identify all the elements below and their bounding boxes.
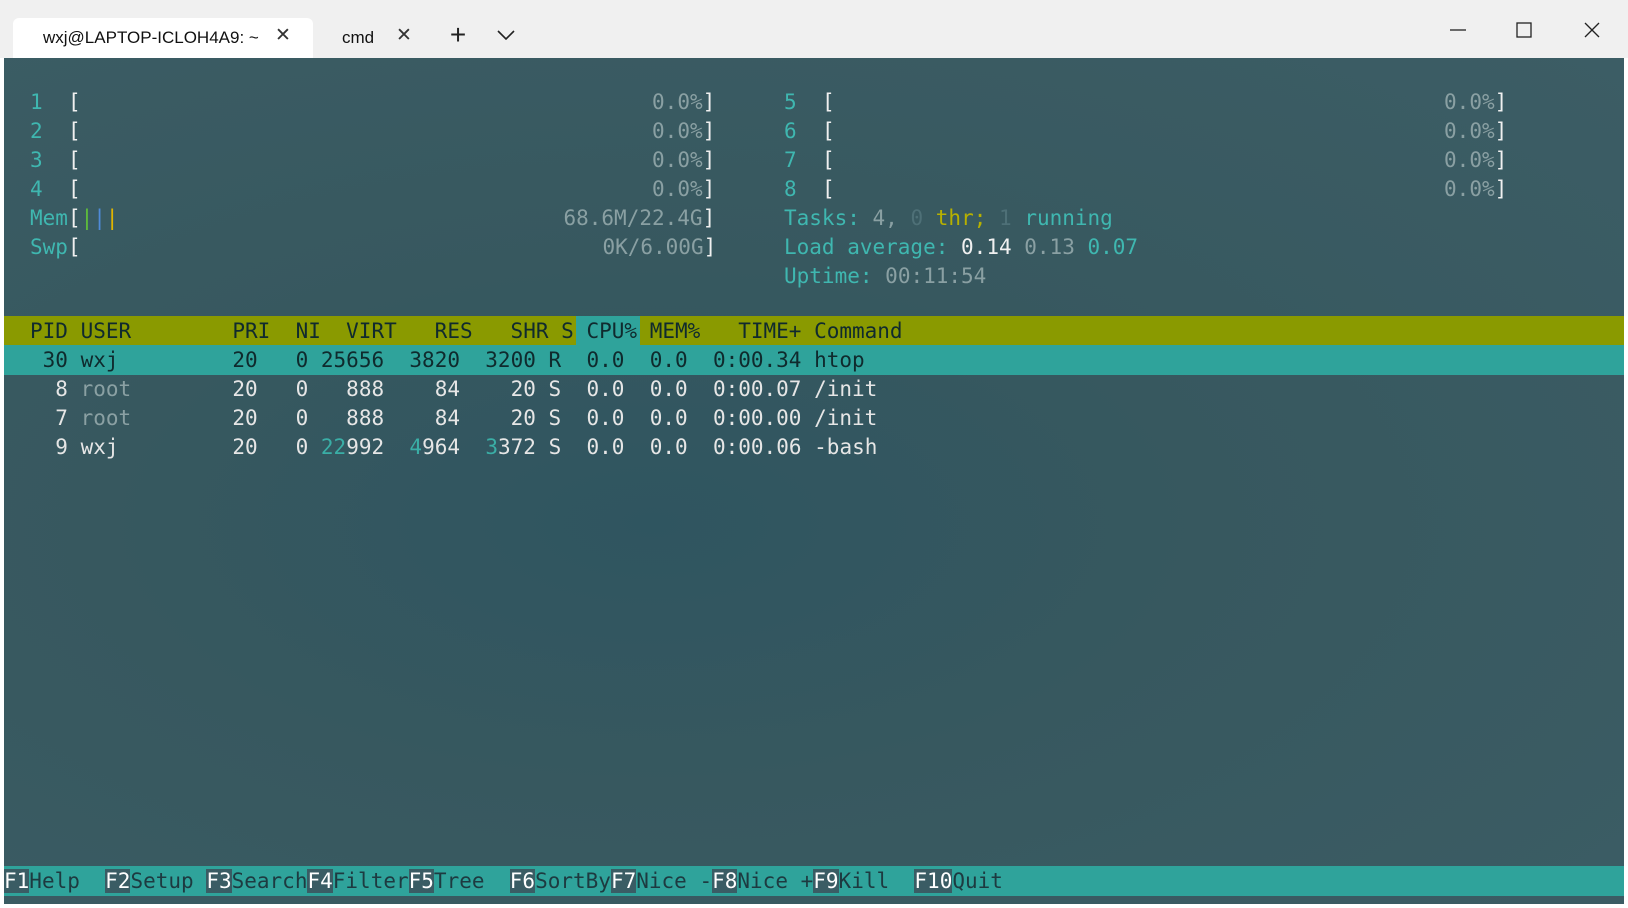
tab-dropdown-button[interactable] xyxy=(490,18,522,52)
close-icon xyxy=(1584,22,1600,38)
cpu-meter-3: 3 [0.0%] xyxy=(30,148,716,172)
swap-meter: Swp[0K/6.00G] xyxy=(30,235,717,259)
mem-meter: Mem[||| 68.6M/22.4G] xyxy=(30,206,716,230)
fkey-nice-minus[interactable]: Nice - xyxy=(636,869,712,893)
col-state[interactable]: S xyxy=(561,319,574,343)
table-row[interactable]: 7 root 20 0 888 84 20 S 0.0 0.0 0:00.00 … xyxy=(30,403,877,433)
fkey-kill[interactable]: Kill xyxy=(839,869,915,893)
tab-wsl-label: wxj@LAPTOP-ICLOH4A9: ~ xyxy=(43,28,259,47)
fkey-nice-plus[interactable]: Nice + xyxy=(737,869,813,893)
minimize-button[interactable] xyxy=(1430,10,1486,50)
col-pri[interactable]: PRI xyxy=(232,319,270,343)
col-command[interactable]: Command xyxy=(814,319,903,343)
title-bar: wxj@LAPTOP-ICLOH4A9: ~ ✕ cmd ✕ + xyxy=(0,0,1628,58)
close-tab-icon[interactable]: ✕ xyxy=(275,26,291,45)
mem-bar: ||| xyxy=(80,206,119,230)
plus-icon: + xyxy=(449,19,467,50)
terminal-pane[interactable]: 1 [0.0%] 2 [0.0%] 3 [0.0%] 4 [0.0%] Mem[… xyxy=(4,58,1624,904)
fkey-f4[interactable]: F4 xyxy=(307,869,333,893)
table-row[interactable]: 9 wxj 20 0 22992 4964 3372 S 0.0 0.0 0:0… xyxy=(30,432,877,462)
maximize-button[interactable] xyxy=(1496,10,1552,50)
cpu-meter-1: 1 [0.0%] xyxy=(30,90,716,114)
cpu-meter-6: 6 [0.0%] xyxy=(784,119,1508,143)
cpu-meter-7: 7 [0.0%] xyxy=(784,148,1508,172)
chevron-down-icon xyxy=(497,30,515,40)
tab-cmd[interactable]: cmd ✕ xyxy=(312,18,432,58)
col-cpu[interactable]: CPU% xyxy=(586,319,637,343)
tab-wsl[interactable]: wxj@LAPTOP-ICLOH4A9: ~ ✕ xyxy=(13,18,313,58)
fkey-f2[interactable]: F2 xyxy=(105,869,131,893)
fkey-f3[interactable]: F3 xyxy=(206,869,232,893)
uptime: Uptime: 00:11:54 xyxy=(784,264,987,288)
col-user[interactable]: USER xyxy=(81,319,132,343)
fkey-setup[interactable]: Setup xyxy=(130,869,206,893)
cpu-meter-2: 2 [0.0%] xyxy=(30,119,716,143)
cpu-meter-4: 4 [0.0%] xyxy=(30,177,716,201)
table-row[interactable]: 8 root 20 0 888 84 20 S 0.0 0.0 0:00.07 … xyxy=(30,374,877,404)
fkey-help[interactable]: Help xyxy=(29,869,105,893)
col-res[interactable]: RES xyxy=(435,319,473,343)
fkey-quit[interactable]: Quit xyxy=(952,869,1003,893)
tab-cmd-label: cmd xyxy=(342,28,375,47)
fkey-f5[interactable]: F5 xyxy=(408,869,434,893)
col-time[interactable]: TIME+ xyxy=(738,319,801,343)
load-average: Load average: 0.14 0.13 0.07 xyxy=(784,235,1139,259)
close-tab-icon[interactable]: ✕ xyxy=(396,26,412,45)
fkey-f7[interactable]: F7 xyxy=(610,869,637,893)
maximize-icon xyxy=(1516,22,1532,38)
fkey-search[interactable]: Search xyxy=(232,869,308,893)
fkey-f1[interactable]: F1 xyxy=(4,869,30,893)
fkey-f6[interactable]: F6 xyxy=(509,869,536,893)
fkey-f10[interactable]: F10 xyxy=(914,869,953,893)
fkey-filter[interactable]: Filter xyxy=(333,869,409,893)
close-window-button[interactable] xyxy=(1564,10,1620,50)
fkey-tree[interactable]: Tree xyxy=(434,869,510,893)
process-table-header: PID USER PRI NI VIRT RES SHR S CPU% MEM%… xyxy=(4,316,1624,346)
function-key-bar: F1Help F2Setup F3SearchF4FilterF5Tree F6… xyxy=(4,866,1624,896)
col-mem[interactable]: MEM% xyxy=(650,319,701,343)
col-virt[interactable]: VIRT xyxy=(346,319,397,343)
table-row-selected[interactable]: 30 wxj 20 0 25656 3820 3200 R 0.0 0.0 0:… xyxy=(4,345,1624,375)
cpu-meter-8: 8 [0.0%] xyxy=(784,177,1508,201)
col-ni[interactable]: NI xyxy=(296,319,321,343)
tasks-summary: Tasks: 4, 0 thr; 1 running xyxy=(784,206,1113,230)
fkey-f8[interactable]: F8 xyxy=(712,869,738,893)
fkey-sortby[interactable]: SortBy xyxy=(535,869,611,893)
col-shr[interactable]: SHR xyxy=(511,319,549,343)
cpu-meter-5: 5 [0.0%] xyxy=(784,90,1508,114)
minimize-icon xyxy=(1450,29,1466,31)
col-pid[interactable]: PID xyxy=(30,319,68,343)
new-tab-button[interactable]: + xyxy=(440,18,476,52)
fkey-f9[interactable]: F9 xyxy=(813,869,839,893)
